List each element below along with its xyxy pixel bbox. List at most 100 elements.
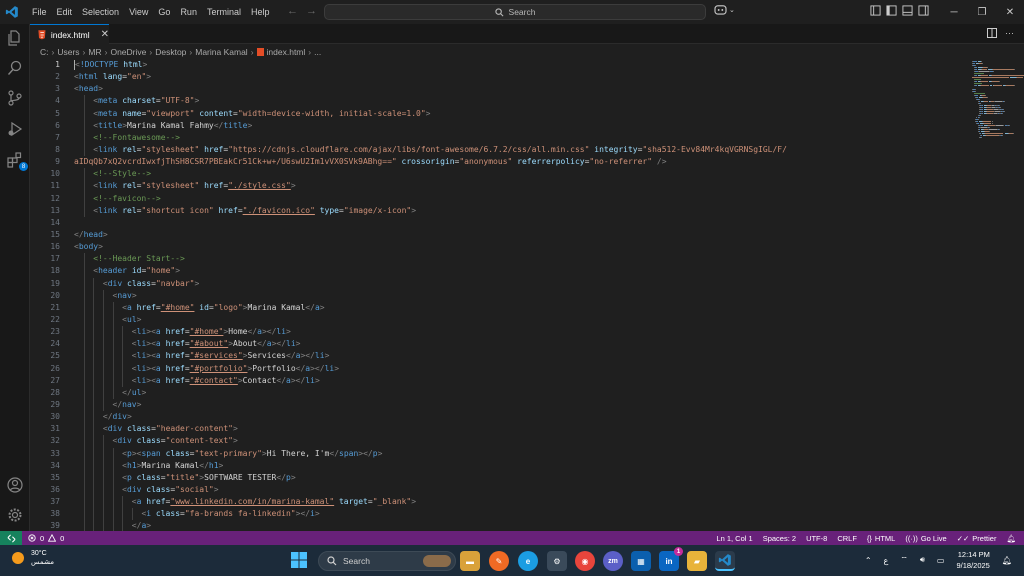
menu-item-edit[interactable]: Edit: [52, 0, 78, 24]
edge-taskbar-icon[interactable]: e: [518, 551, 538, 571]
code-token: Hi There, I'm: [266, 448, 330, 458]
remote-indicator-icon[interactable]: [0, 531, 22, 545]
code-token: class: [146, 484, 171, 494]
indent-guide: [122, 338, 124, 351]
restore-icon[interactable]: ❐: [968, 0, 996, 24]
go-live-button[interactable]: ((·)) Go Live: [905, 534, 946, 543]
input-language[interactable]: ع: [884, 556, 889, 565]
app-taskbar-icon[interactable]: ✎: [489, 551, 509, 571]
back-arrow-icon[interactable]: ←: [287, 5, 298, 17]
toggle-panel-icon[interactable]: [902, 5, 913, 16]
close-window-icon[interactable]: ✕: [996, 0, 1024, 24]
menu-item-run[interactable]: Run: [175, 0, 202, 24]
breadcrumb-item[interactable]: C:: [40, 47, 49, 57]
toggle-secondary-sidebar-icon[interactable]: [918, 5, 929, 16]
tab-index-html[interactable]: index.html ✕: [30, 24, 109, 44]
linkedin-taskbar-icon[interactable]: in 1: [659, 547, 683, 571]
code-line: <p class="title">SOFTWARE TESTER</p>: [74, 471, 934, 484]
code-token: ><: [146, 375, 156, 385]
minimap-line: [979, 103, 981, 104]
notifications-icon[interactable]: 🔔︎: [1002, 556, 1012, 565]
close-tab-icon[interactable]: ✕: [101, 29, 109, 40]
code-token: ><: [146, 327, 156, 337]
minimize-icon[interactable]: ─: [940, 0, 968, 24]
indentation[interactable]: Spaces: 2: [763, 534, 796, 543]
problems-indicator[interactable]: 0 0: [28, 534, 64, 543]
store-taskbar-icon[interactable]: ▦: [631, 551, 651, 571]
cursor-position[interactable]: Ln 1, Col 1: [716, 534, 752, 543]
indent-guide: [102, 289, 104, 302]
settings-taskbar-icon[interactable]: ⚙: [547, 551, 567, 571]
minimap-line: [981, 69, 988, 70]
menu-item-selection[interactable]: Selection: [77, 0, 124, 24]
encoding[interactable]: UTF-8: [806, 534, 827, 543]
toggle-primary-sidebar-icon[interactable]: [886, 5, 897, 16]
command-center-search[interactable]: Search: [324, 4, 706, 20]
breadcrumb-item[interactable]: index.html: [267, 47, 306, 57]
code-token: "logo": [213, 302, 243, 312]
code-line: <nav>: [74, 289, 934, 302]
forward-arrow-icon[interactable]: →: [306, 5, 317, 17]
breadcrumb-item[interactable]: Desktop: [155, 47, 186, 57]
windows-start-icon[interactable]: [291, 552, 307, 570]
customize-layout-icon[interactable]: [870, 5, 881, 16]
end-of-line[interactable]: CRLF: [837, 534, 857, 543]
source-control-icon[interactable]: [5, 88, 25, 108]
line-number: 28: [50, 387, 60, 397]
volume-icon[interactable]: 🔊︎: [920, 555, 925, 565]
code-content[interactable]: <!DOCTYPE html> <html lang="en"> <head> <m…: [74, 59, 934, 531]
warning-icon: [48, 534, 57, 542]
go-live-label: Go Live: [920, 533, 947, 543]
run-debug-icon[interactable]: [5, 119, 25, 139]
minimap-line: [975, 69, 978, 70]
code-line: </a>: [74, 520, 934, 531]
breadcrumb-item[interactable]: ...: [314, 47, 321, 57]
split-editor-icon[interactable]: [987, 28, 997, 38]
code-token: >: [218, 460, 224, 470]
wifi-icon[interactable]: ⌔: [900, 555, 908, 565]
indent-guide: [83, 119, 85, 132]
minimap[interactable]: [970, 59, 1024, 229]
vscode-taskbar-icon[interactable]: [715, 551, 735, 571]
breadcrumb-item[interactable]: OneDrive: [110, 47, 146, 57]
menu-item-go[interactable]: Go: [153, 0, 175, 24]
search-view-icon[interactable]: [5, 58, 25, 78]
code-token: html: [123, 60, 143, 69]
indent-guide: [102, 338, 104, 351]
code-token: div: [112, 412, 127, 422]
file-explorer-taskbar-icon[interactable]: ▬: [460, 551, 480, 571]
more-actions-icon[interactable]: ···: [1005, 28, 1014, 38]
menu-item-file[interactable]: File: [27, 0, 52, 24]
minimap-line: [975, 85, 978, 86]
language-mode[interactable]: {} HTML: [867, 534, 895, 543]
extensions-icon[interactable]: 8: [5, 150, 28, 171]
code-token: h1: [127, 460, 137, 470]
battery-icon[interactable]: ▭: [937, 556, 945, 565]
code-token: ul: [131, 387, 142, 397]
chrome-taskbar-icon[interactable]: ◉: [575, 551, 595, 571]
notifications-bell-icon[interactable]: 🔔︎: [1006, 534, 1016, 543]
chevron-up-icon[interactable]: ⌃: [865, 556, 872, 565]
prettier-button[interactable]: ✓✓ Prettier: [957, 534, 997, 543]
menu-item-terminal[interactable]: Terminal: [202, 0, 246, 24]
breadcrumb-item[interactable]: Marina Kamal: [195, 47, 247, 57]
accounts-icon[interactable]: [5, 475, 25, 495]
minimap-line: [975, 81, 978, 82]
explorer-icon[interactable]: [5, 28, 25, 48]
breadcrumb-item[interactable]: MR: [88, 47, 101, 57]
menu-item-view[interactable]: View: [124, 0, 153, 24]
clock[interactable]: 12:14 PM 9/18/2025: [956, 549, 989, 571]
menu-item-help[interactable]: Help: [246, 0, 275, 24]
code-editor[interactable]: 1 2 3 4 5 6 7 8 9 10 11 12 13 14 15 16 17 18 19 20 21 22 23 24 2…: [30, 59, 1024, 531]
breadcrumb-item[interactable]: Users: [57, 47, 79, 57]
folder-taskbar-icon[interactable]: ▰: [687, 551, 707, 571]
zoom-taskbar-icon[interactable]: zm: [603, 551, 623, 571]
manage-gear-icon[interactable]: [5, 505, 25, 525]
taskbar-search[interactable]: Search: [318, 551, 456, 571]
code-token: div: [107, 278, 123, 288]
code-token: rel: [122, 205, 137, 215]
window-controls: ─ ❐ ✕: [940, 0, 1024, 24]
copilot-menu[interactable]: ⌄: [714, 4, 735, 15]
weather-widget[interactable]: 30°C مشمس: [10, 549, 54, 567]
